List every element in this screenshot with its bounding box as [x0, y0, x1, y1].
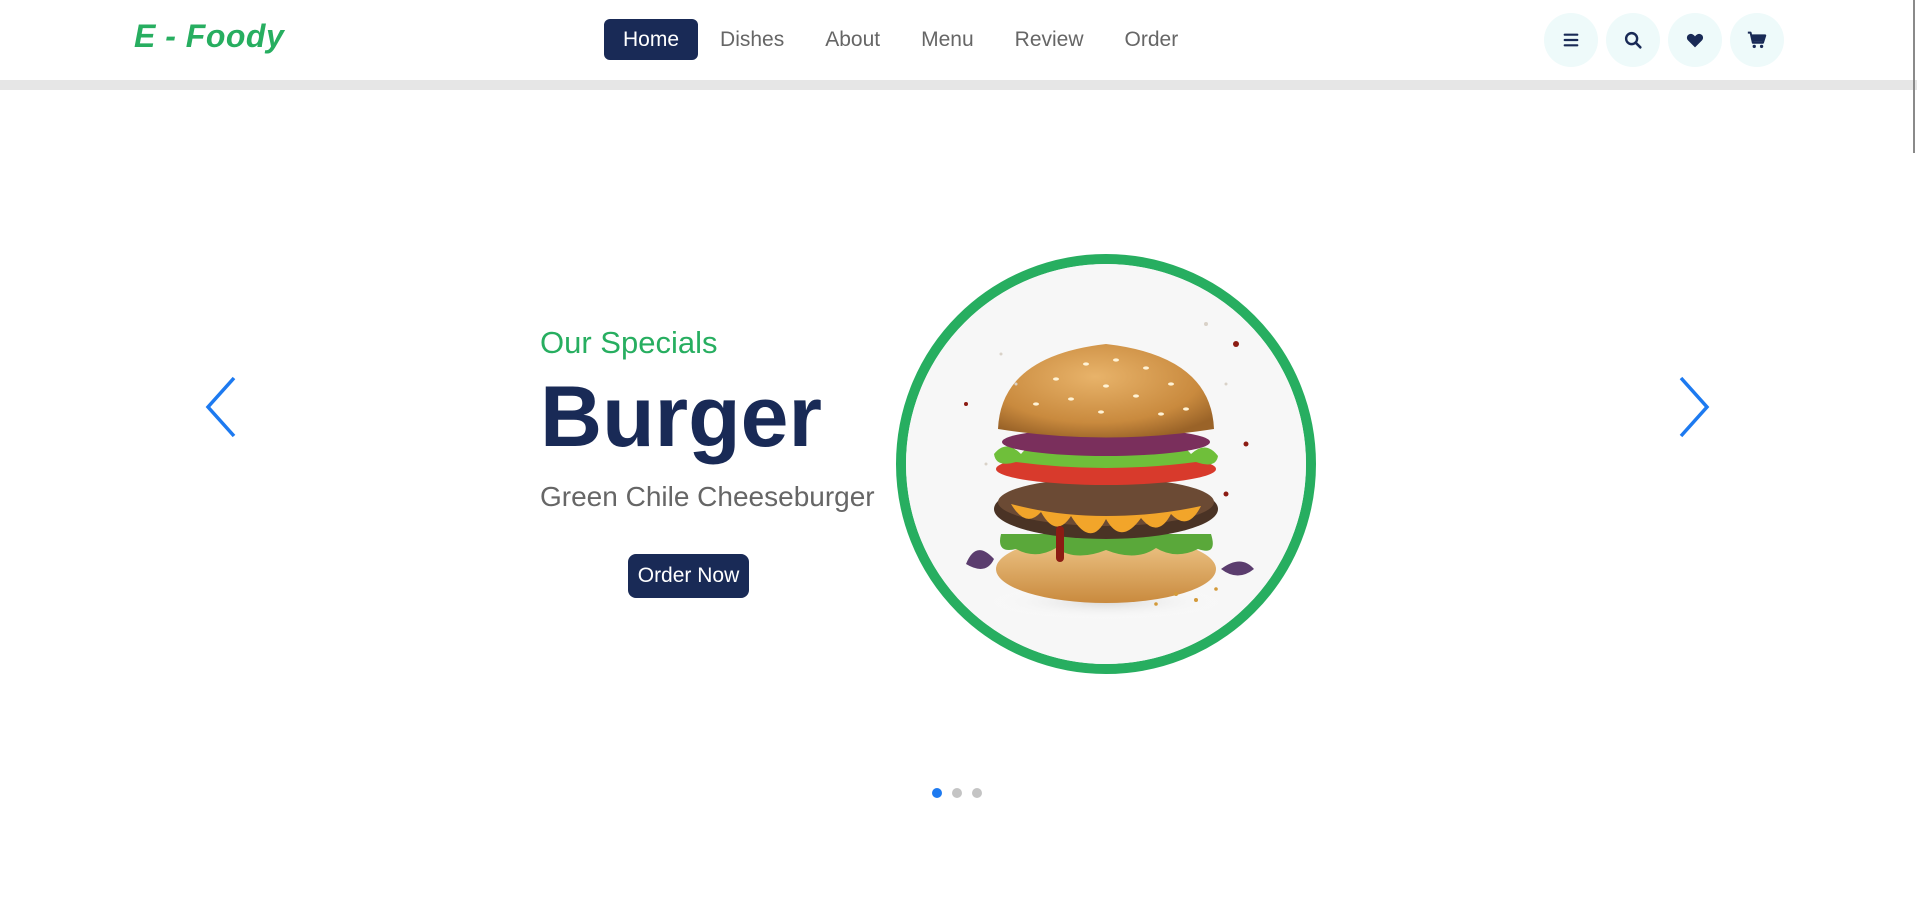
slide-description: Green Chile Cheeseburger: [540, 481, 875, 512]
header-icons: [1544, 13, 1792, 67]
nav-home[interactable]: Home: [604, 19, 699, 60]
slider-prev-arrow-icon[interactable]: [200, 372, 240, 442]
site-header: E - Foody Home Dishes About Menu Review …: [0, 0, 1917, 90]
heart-icon[interactable]: [1668, 13, 1722, 67]
shopping-cart-icon[interactable]: [1730, 13, 1784, 67]
nav-review[interactable]: Review: [996, 19, 1103, 60]
logo[interactable]: E - Foody: [134, 18, 284, 55]
slider-dot-2[interactable]: [952, 788, 962, 798]
slider-dot-3[interactable]: [972, 788, 982, 798]
nav-dishes[interactable]: Dishes: [701, 19, 803, 60]
slider-next-arrow-icon[interactable]: [1675, 372, 1715, 442]
menu-bars-icon[interactable]: [1544, 13, 1598, 67]
slide-subtitle: Our Specials: [540, 325, 718, 360]
search-icon[interactable]: [1606, 13, 1660, 67]
page-scrollbar[interactable]: [1913, 0, 1915, 153]
nav-order[interactable]: Order: [1106, 19, 1198, 60]
slider-pagination: [932, 788, 992, 798]
slide-content: Our Specials Burger Green Chile Cheesebu…: [540, 325, 900, 513]
slide-title: Burger: [540, 369, 822, 465]
slider-dot-1[interactable]: [932, 788, 942, 798]
nav-about[interactable]: About: [806, 19, 899, 60]
burger-image: [896, 254, 1316, 674]
order-now-button[interactable]: Order Now: [628, 554, 749, 598]
main-nav: Home Dishes About Menu Review Order: [604, 19, 1200, 60]
nav-menu[interactable]: Menu: [902, 19, 993, 60]
